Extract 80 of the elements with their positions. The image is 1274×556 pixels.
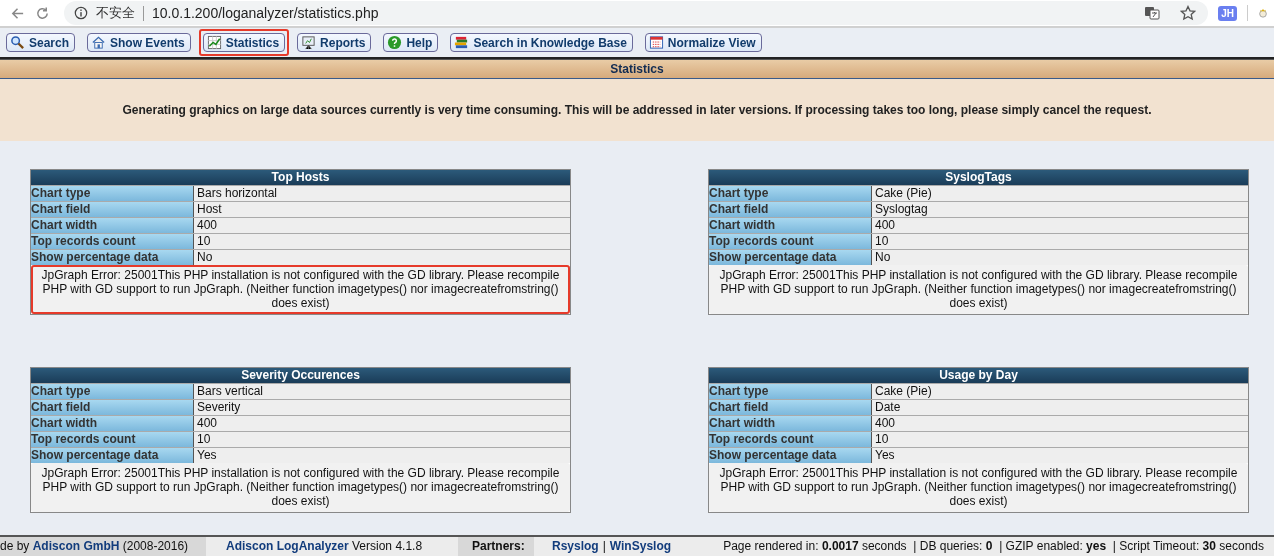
toolbar-button[interactable]: Normalize View [644,33,762,52]
field-label: Show percentage data [709,448,872,463]
field-label: Chart width [31,416,194,431]
footer-credit: de by Adiscon GmbH (2008-2016) [0,537,206,556]
reload-icon[interactable] [35,5,50,21]
field-label: Top records count [709,432,872,447]
house-icon [91,35,107,50]
notice-text: Generating graphics on large data sources currently is very time consuming. This will be addressed in later versions. If processing takes too long, please simply cancel the request. [122,103,1152,117]
toolbar-button[interactable]: Search in Knowledge Base [450,33,633,52]
partner-link[interactable]: WinSyslog [609,537,672,556]
field-value: 400 [872,218,1248,233]
product-link[interactable]: Adiscon LogAnalyzer [226,539,349,553]
field-value: 10 [194,432,570,447]
toolbar-button[interactable]: Search [6,33,76,52]
field-value: No [194,250,570,265]
star-icon[interactable] [1180,5,1197,21]
page-title-bar: Statistics [0,59,1274,79]
field-label: Show percentage data [31,250,194,265]
table-title: Severity Occurences [31,368,570,383]
field-label: Top records count [709,234,872,249]
line-chart-icon [206,35,222,50]
toolbar-button[interactable]: Statistics [202,33,286,52]
field-value: Cake (Pie) [872,186,1248,201]
toolbar-button[interactable]: Show Events [87,33,191,52]
field-value: 10 [872,234,1248,249]
toolbar-button[interactable]: Help [383,33,439,52]
field-value: 400 [194,416,570,431]
field-label: Chart field [709,400,872,415]
error-message: JpGraph Error: 25001This PHP installation is not configured with the GD library. Please recompile PHP with GD support to run JpGraph. (Neither function imagetypes() nor imagecreatefromstring() does exist) [31,265,570,314]
field-label: Chart width [31,218,194,233]
partners-label: Partners: [458,537,534,556]
magnifier-icon [10,35,25,50]
field-value: 400 [872,416,1248,431]
url-text: 10.0.1.200/loganalyzer/statistics.php [152,5,379,21]
field-value: Syslogtag [872,202,1248,217]
field-label: Chart field [31,400,194,415]
question-icon [387,35,403,50]
field-value: Date [872,400,1248,415]
field-value: 400 [194,218,570,233]
field-label: Chart field [709,202,872,217]
table-title: Top Hosts [31,170,570,185]
field-label: Show percentage data [709,250,872,265]
field-value: Bars horizontal [194,186,570,201]
translate-icon[interactable] [1144,5,1161,21]
address-bar[interactable]: 不安全 10.0.1.200/loganalyzer/statistics.php [64,1,1209,25]
info-icon[interactable] [74,6,88,20]
field-value: 10 [872,432,1248,447]
page-stats: Page rendered in: 0.0017 seconds | DB queries: 0 | GZIP enabled: yes | Script Timeout: 30 seconds [722,538,1265,555]
partner-link[interactable]: Rsyslog [552,537,599,556]
field-value: Severity [194,400,570,415]
field-label: Top records count [31,432,194,447]
error-message: JpGraph Error: 25001This PHP installation is not configured with the GD library. Please recompile PHP with GD support to run JpGraph. (Neither function imagetypes() nor imagecreatefromstring() does exist) [709,265,1248,314]
field-value: 10 [194,234,570,249]
field-value: No [872,250,1248,265]
calendar-icon [648,35,664,50]
field-label: Chart type [709,384,872,399]
presentation-board-icon [301,35,317,50]
error-message: JpGraph Error: 25001This PHP installation is not configured with the GD library. Please recompile PHP with GD support to run JpGraph. (Neither function imagetypes() nor imagecreatefromstring() does exist) [709,463,1248,512]
field-label: Chart type [31,384,194,399]
profile-avatar[interactable]: JH [1218,5,1237,21]
book-stack-icon [454,35,470,50]
field-value: Cake (Pie) [872,384,1248,399]
field-value: Host [194,202,570,217]
field-label: Top records count [31,234,194,249]
field-label: Show percentage data [31,448,194,463]
field-label: Chart field [31,202,194,217]
table-title: Usage by Day [709,368,1248,383]
field-label: Chart type [709,186,872,201]
error-message: JpGraph Error: 25001This PHP installation is not configured with the GD library. Please recompile PHP with GD support to run JpGraph. (Neither function imagetypes() nor imagecreatefromstring() does exist) [31,463,570,512]
field-value: Yes [194,448,570,463]
toolbar-button[interactable]: Reports [297,33,372,52]
table-title: SyslogTags [709,170,1248,185]
field-value: Yes [872,448,1248,463]
field-label: Chart width [709,218,872,233]
field-value: Bars vertical [194,384,570,399]
field-label: Chart type [31,186,194,201]
security-label: 不安全 [96,4,135,22]
company-link[interactable]: Adiscon GmbH [32,539,120,553]
separator-text: | [602,538,606,555]
field-label: Chart width [709,416,872,431]
